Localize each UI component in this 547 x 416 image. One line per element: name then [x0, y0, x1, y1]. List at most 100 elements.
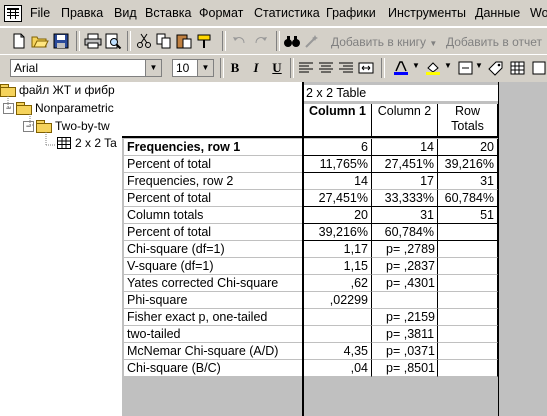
- cell-row-totals[interactable]: [438, 343, 498, 360]
- cell-column-2[interactable]: p= ,3811: [372, 326, 438, 343]
- cell-column-2[interactable]: p= ,0371: [372, 343, 438, 360]
- cell-row-totals[interactable]: [438, 241, 498, 258]
- row-label[interactable]: Fisher exact p, one-tailed: [124, 309, 302, 326]
- row-label[interactable]: Column totals: [124, 207, 302, 224]
- font-size-combo[interactable]: 10 ▼: [172, 59, 214, 77]
- menu-edit[interactable]: Правка: [61, 6, 103, 20]
- wizard-icon[interactable]: [303, 33, 321, 49]
- cell-column-1[interactable]: ,02299: [304, 292, 372, 309]
- cell-row-totals[interactable]: [438, 326, 498, 343]
- chevron-down-icon[interactable]: ▼: [145, 60, 161, 76]
- cell-column-1[interactable]: 39,216%: [304, 224, 372, 241]
- cell-column-2[interactable]: [372, 292, 438, 309]
- cell-row-totals[interactable]: [438, 360, 498, 377]
- cell-row-totals[interactable]: [438, 224, 498, 241]
- row-label[interactable]: McNemar Chi-square (A/D): [124, 343, 302, 360]
- chevron-down-icon[interactable]: ▼: [412, 61, 420, 70]
- cell-column-1[interactable]: [304, 309, 372, 326]
- print-icon[interactable]: [84, 33, 102, 49]
- new-document-icon[interactable]: [10, 33, 28, 49]
- menu-view[interactable]: Вид: [114, 6, 137, 20]
- cell-column-1[interactable]: ,62: [304, 275, 372, 292]
- cut-scissors-icon[interactable]: [135, 33, 153, 49]
- tag-label-icon[interactable]: [487, 60, 505, 76]
- cell-column-2[interactable]: p= ,4301: [372, 275, 438, 292]
- menu-data[interactable]: Данные: [475, 6, 520, 20]
- cell-row-totals[interactable]: 39,216%: [438, 156, 498, 173]
- cell-column-1[interactable]: [304, 326, 372, 343]
- row-label[interactable]: Phi-square: [124, 292, 302, 309]
- font-color-icon[interactable]: [392, 60, 410, 76]
- cell-column-2[interactable]: 60,784%: [372, 224, 438, 241]
- print-preview-icon[interactable]: [104, 33, 122, 50]
- row-label[interactable]: V-square (df=1): [124, 258, 302, 275]
- cell-column-2[interactable]: 14: [372, 139, 438, 156]
- cell-column-1[interactable]: 11,765%: [304, 156, 372, 173]
- cell-column-1[interactable]: 6: [304, 139, 372, 156]
- cell-column-1[interactable]: ,04: [304, 360, 372, 377]
- row-label[interactable]: Chi-square (B/C): [124, 360, 302, 377]
- chevron-down-icon[interactable]: ▼: [444, 61, 452, 70]
- more-tools-icon[interactable]: [531, 60, 547, 76]
- bold-button[interactable]: B: [226, 60, 244, 76]
- menu-format[interactable]: Формат: [199, 6, 243, 20]
- font-family-combo[interactable]: Arial ▼: [10, 59, 162, 77]
- menu-insert[interactable]: Вставка: [145, 6, 191, 20]
- copy-icon[interactable]: [155, 33, 173, 49]
- merge-cells-icon[interactable]: [357, 60, 375, 76]
- undo-icon[interactable]: [230, 33, 248, 49]
- row-label[interactable]: Percent of total: [124, 224, 302, 241]
- format-painter-icon[interactable]: [195, 33, 213, 49]
- chevron-down-icon[interactable]: ▼: [197, 60, 213, 76]
- fill-color-bucket-icon[interactable]: [424, 60, 442, 76]
- column-header-2[interactable]: Column 2: [372, 104, 438, 119]
- italic-button[interactable]: I: [247, 60, 265, 76]
- borders-icon[interactable]: [457, 60, 475, 76]
- cell-column-1[interactable]: 1,15: [304, 258, 372, 275]
- row-label[interactable]: two-tailed: [124, 326, 302, 343]
- menu-workbook[interactable]: Wo: [530, 6, 547, 20]
- cell-row-totals[interactable]: 31: [438, 173, 498, 190]
- cell-column-1[interactable]: 1,17: [304, 241, 372, 258]
- open-folder-icon[interactable]: [31, 33, 49, 49]
- chevron-down-icon[interactable]: ▼: [475, 61, 483, 70]
- cell-row-totals[interactable]: [438, 258, 498, 275]
- cell-column-2[interactable]: p= ,2837: [372, 258, 438, 275]
- menu-graphs[interactable]: Графики: [326, 6, 376, 20]
- align-left-icon[interactable]: [297, 60, 315, 76]
- cell-column-2[interactable]: 27,451%: [372, 156, 438, 173]
- cell-column-1[interactable]: 4,35: [304, 343, 372, 360]
- add-to-workbook-button[interactable]: Добавить в книгу ▼: [331, 35, 437, 49]
- row-label[interactable]: Frequencies, row 2: [124, 173, 302, 190]
- cell-column-1[interactable]: 27,451%: [304, 190, 372, 207]
- row-label[interactable]: Percent of total: [124, 156, 302, 173]
- binoculars-find-icon[interactable]: [283, 33, 301, 49]
- cell-column-2[interactable]: p= ,8501: [372, 360, 438, 377]
- align-right-icon[interactable]: [337, 60, 355, 76]
- row-label[interactable]: Yates corrected Chi-square: [124, 275, 302, 292]
- row-label[interactable]: Frequencies, row 1: [124, 139, 302, 156]
- save-disk-icon[interactable]: [52, 33, 70, 49]
- cell-row-totals[interactable]: [438, 292, 498, 309]
- cell-column-2[interactable]: p= ,2159: [372, 309, 438, 326]
- cell-column-2[interactable]: p= ,2789: [372, 241, 438, 258]
- cell-row-totals[interactable]: [438, 275, 498, 292]
- cell-column-1[interactable]: 14: [304, 173, 372, 190]
- grid-icon[interactable]: [509, 60, 527, 76]
- cell-row-totals[interactable]: 20: [438, 139, 498, 156]
- redo-icon[interactable]: [252, 33, 270, 49]
- cell-column-2[interactable]: 33,333%: [372, 190, 438, 207]
- paste-clipboard-icon[interactable]: [175, 33, 193, 49]
- column-header-1[interactable]: Column 1: [304, 104, 372, 119]
- cell-row-totals[interactable]: [438, 309, 498, 326]
- cell-column-1[interactable]: 20: [304, 207, 372, 224]
- menu-tools[interactable]: Инструменты: [388, 6, 466, 20]
- menu-statistics[interactable]: Статистика: [254, 6, 320, 20]
- cell-column-2[interactable]: 17: [372, 173, 438, 190]
- add-to-report-button[interactable]: Добавить в отчет ▼: [446, 35, 547, 49]
- cell-row-totals[interactable]: 51: [438, 207, 498, 224]
- column-header-3[interactable]: Row: [438, 104, 498, 119]
- cell-row-totals[interactable]: 60,784%: [438, 190, 498, 207]
- align-center-icon[interactable]: [317, 60, 335, 76]
- row-label[interactable]: Percent of total: [124, 190, 302, 207]
